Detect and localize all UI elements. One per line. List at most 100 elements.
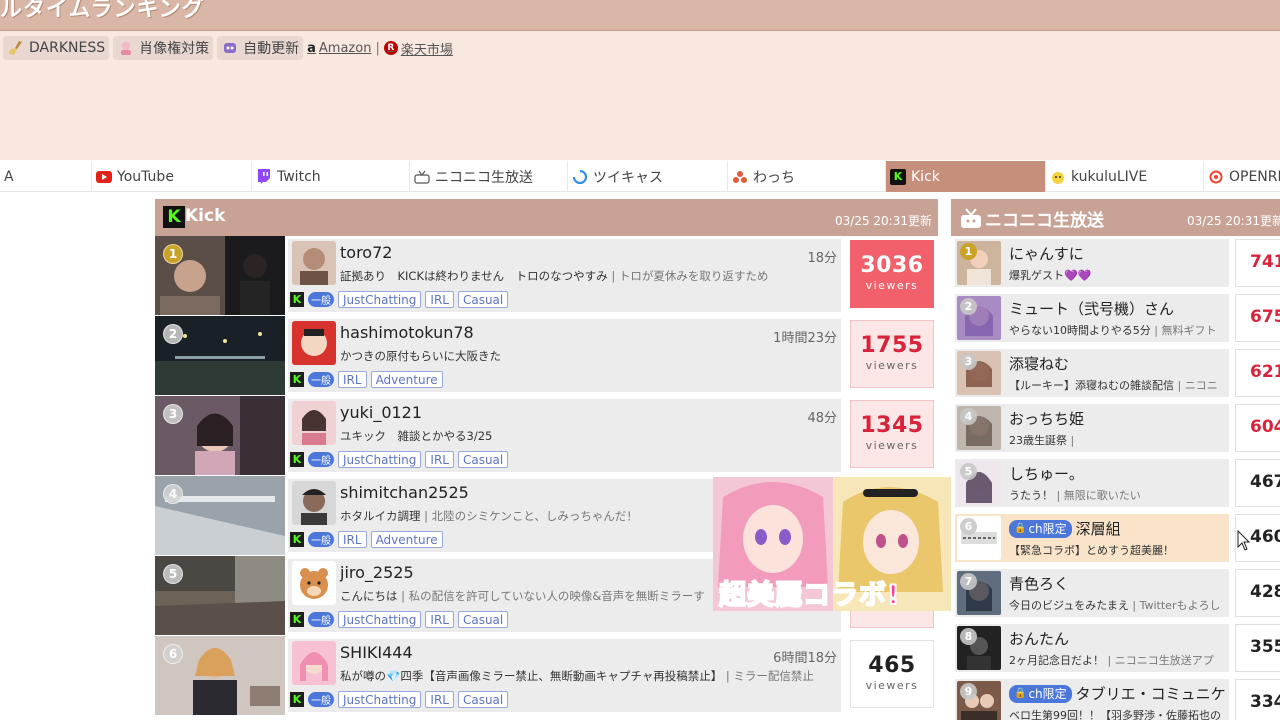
streamer-name[interactable]: hashimotokun78 [340, 323, 474, 342]
stream-row[interactable]: 2 hashimotokun78 1時間23分 かつきの原付もらいに大阪きた K… [155, 316, 938, 396]
tag[interactable]: IRL [425, 611, 454, 628]
nico-row[interactable]: 9 🔒 ch限定 タブリエ・コミュニケ ベロ生第99回！！【羽多野渉・佐藤拓也の 3… [951, 676, 1280, 720]
nico-row[interactable]: 2 ミュート（弐号機）さん やらない10時間よりやる5分 | 無料ギフト 675 [951, 291, 1280, 346]
nico-row[interactable]: 4 おっちち姫 23歳生誕祭 | 604 [951, 401, 1280, 456]
kick-ranking-panel: K Kick 03/25 20:31更新 1 toro72 18分 証拠あり K… [155, 199, 938, 716]
tag[interactable]: JustChatting [338, 451, 422, 468]
tag[interactable]: IRL [425, 291, 454, 308]
streamer-name[interactable]: SHIKI444 [340, 643, 413, 662]
kick-icon: K [890, 168, 906, 185]
stream-card[interactable]: hashimotokun78 1時間23分 かつきの原付もらいに大阪きた K 一… [288, 319, 841, 392]
stream-card[interactable]: SHIKI444 6時間18分 私が噂の💎四季【音声画像ミラー禁止、無断動画キャ… [288, 639, 841, 712]
stream-card[interactable]: toro72 18分 証拠あり KICKは終わりません トロのなつやすみ | ト… [288, 239, 841, 312]
amazon-link[interactable]: a Amazon [307, 41, 371, 56]
tag[interactable]: JustChatting [338, 291, 422, 308]
tag[interactable]: Casual [457, 291, 509, 308]
tab-prev[interactable]: A [0, 161, 92, 192]
stream-thumbnail[interactable]: 6 [155, 636, 285, 715]
auto-update-button[interactable]: 自動更新 [217, 36, 304, 60]
nico-card[interactable]: 9 🔒 ch限定 タブリエ・コミュニケ ベロ生第99回！！【羽多野渉・佐藤拓也の [955, 679, 1229, 720]
viewer-count-box: 465 viewers [850, 640, 934, 708]
tab-wacchi[interactable]: わっち [728, 161, 886, 192]
streamer-name[interactable]: shimitchan2525 [340, 483, 469, 502]
rakuten-link[interactable]: R 楽天市場 [383, 39, 453, 58]
stream-thumbnail[interactable]: 3 [155, 396, 285, 475]
nico-card[interactable]: 5 しちゅー。 うたう！ | 無限に歌いたい [955, 459, 1229, 507]
broadcast-title-main: やらない10時間よりやる5分 [1009, 324, 1151, 337]
rank-badge: 2 [960, 298, 977, 315]
portrait-rights-button[interactable]: 肖像権対策 [113, 36, 214, 60]
stream-row[interactable]: 1 toro72 18分 証拠あり KICKは終わりません トロのなつやすみ |… [155, 236, 938, 316]
rank-badge: 3 [960, 353, 977, 370]
viewers-label: viewers [865, 279, 919, 292]
broadcast-title-main: 23歳生誕祭 [1009, 434, 1067, 447]
nico-row[interactable]: 3 添寝ねむ 【ルーキー】添寝ねむの雑談配信 | ニコニ 621 [951, 346, 1280, 401]
nico-row[interactable]: 7 青色ろく 今日のビジュをみたまえ | Twitterもよろし 428 [951, 566, 1280, 621]
collab-promo-image[interactable]: 超美麗コラボ! [713, 477, 951, 611]
tab-twitcasting[interactable]: ツイキャス [568, 161, 728, 192]
tab-kukulu[interactable]: kukuluLIVE [1046, 161, 1204, 192]
stream-row[interactable]: 6 SHIKI444 6時間18分 私が噂の💎四季【音声画像ミラー禁止、無断動画… [155, 636, 938, 716]
broadcaster-name[interactable]: にゃんすに [1009, 243, 1084, 264]
tag[interactable]: Adventure [370, 531, 443, 548]
tab-niconico[interactable]: ニコニコ生放送 [410, 161, 568, 192]
stream-duration: 48分 [807, 411, 837, 426]
broadcaster-name[interactable]: おんたん [1009, 628, 1069, 649]
broadcaster-name[interactable]: 🔒 ch限定 深層組 [1009, 518, 1121, 539]
tag[interactable]: JustChatting [338, 611, 422, 628]
nico-row[interactable]: 1 にゃんすに 爆乳ゲスト💜💜 741 [951, 236, 1280, 291]
nico-card[interactable]: 1 にゃんすに 爆乳ゲスト💜💜 [955, 239, 1229, 287]
tab-kick[interactable]: K Kick [886, 161, 1046, 192]
tag[interactable]: IRL [338, 371, 367, 388]
stream-thumbnail[interactable]: 1 [155, 236, 285, 315]
stream-title-main: ホタルイカ調理 [340, 509, 421, 523]
tab-twitch[interactable]: Twitch [252, 161, 410, 192]
streamer-name[interactable]: yuki_0121 [340, 403, 422, 422]
tab-openrec[interactable]: OPENRE [1204, 161, 1280, 192]
tag[interactable]: JustChatting [338, 691, 422, 708]
nico-card[interactable]: 6 🔒 ch限定 深層組 【緊急コラボ】とめすう超美麗！ [955, 514, 1229, 562]
link-separator: | [375, 40, 380, 56]
tag[interactable]: Casual [457, 611, 509, 628]
streamer-name[interactable]: jiro_2525 [340, 563, 414, 582]
tag[interactable]: Adventure [370, 371, 443, 388]
nico-row[interactable]: 8 おんたん 2ヶ月記念日だよ！ | ニコニコ生放送アプ 355 [951, 621, 1280, 676]
tag[interactable]: IRL [425, 451, 454, 468]
nico-card[interactable]: 2 ミュート（弐号機）さん やらない10時間よりやる5分 | 無料ギフト [955, 294, 1229, 342]
tab-niconico-label: ニコニコ生放送 [435, 169, 533, 186]
tag[interactable]: Casual [457, 451, 509, 468]
broadcaster-name[interactable]: 青色ろく [1009, 573, 1069, 594]
portrait-icon [117, 39, 135, 57]
general-badge: 一般 [308, 372, 334, 387]
nico-card[interactable]: 4 おっちち姫 23歳生誕祭 | [955, 404, 1229, 452]
broadcaster-name[interactable]: ミュート（弐号機）さん [1009, 298, 1174, 319]
rakuten-icon: R [383, 41, 398, 55]
mouse-cursor-icon [1237, 530, 1251, 551]
tag[interactable]: Casual [457, 691, 509, 708]
broadcast-title-sub: | ニコニコ生放送アプ [1104, 654, 1214, 667]
stream-row[interactable]: 3 yuki_0121 48分 ユキック 雑談とかやる3/25 K 一般 Jus… [155, 396, 938, 476]
stream-thumbnail[interactable]: 4 [155, 476, 285, 555]
broadcast-title-main: 2ヶ月記念日だよ！ [1009, 654, 1104, 667]
stream-card[interactable]: yuki_0121 48分 ユキック 雑談とかやる3/25 K 一般 JustC… [288, 399, 841, 472]
site-title[interactable]: ルタイムランキング [0, 0, 205, 23]
nico-card[interactable]: 3 添寝ねむ 【ルーキー】添寝ねむの雑談配信 | ニコニ [955, 349, 1229, 397]
nico-card[interactable]: 7 青色ろく 今日のビジュをみたまえ | Twitterもよろし [955, 569, 1229, 617]
darkness-button[interactable]: DARKNESS [3, 36, 110, 60]
tag[interactable]: IRL [425, 691, 454, 708]
kick-small-icon: K [290, 692, 304, 707]
stream-thumbnail[interactable]: 5 [155, 556, 285, 635]
stream-thumbnail[interactable]: 2 [155, 316, 285, 395]
nico-card[interactable]: 8 おんたん 2ヶ月記念日だよ！ | ニコニコ生放送アプ [955, 624, 1229, 672]
avatar [292, 321, 336, 365]
nico-row[interactable]: 6 🔒ch限定深層組 【緊急コラボ】とめすう超美麗！ 460 [951, 511, 1280, 566]
nico-row[interactable]: 5 しちゅー。 うたう！ | 無限に歌いたい 467 [951, 456, 1280, 511]
tab-youtube[interactable]: YouTube [92, 161, 252, 192]
tab-kukulu-label: kukuluLIVE [1071, 168, 1148, 185]
broadcaster-name[interactable]: おっちち姫 [1009, 408, 1084, 429]
streamer-name[interactable]: toro72 [340, 243, 392, 262]
broadcaster-name[interactable]: 添寝ねむ [1009, 353, 1069, 374]
broadcaster-name[interactable]: しちゅー。 [1009, 463, 1084, 484]
broadcaster-name[interactable]: 🔒 ch限定 タブリエ・コミュニケ [1009, 683, 1226, 704]
tag[interactable]: IRL [338, 531, 367, 548]
